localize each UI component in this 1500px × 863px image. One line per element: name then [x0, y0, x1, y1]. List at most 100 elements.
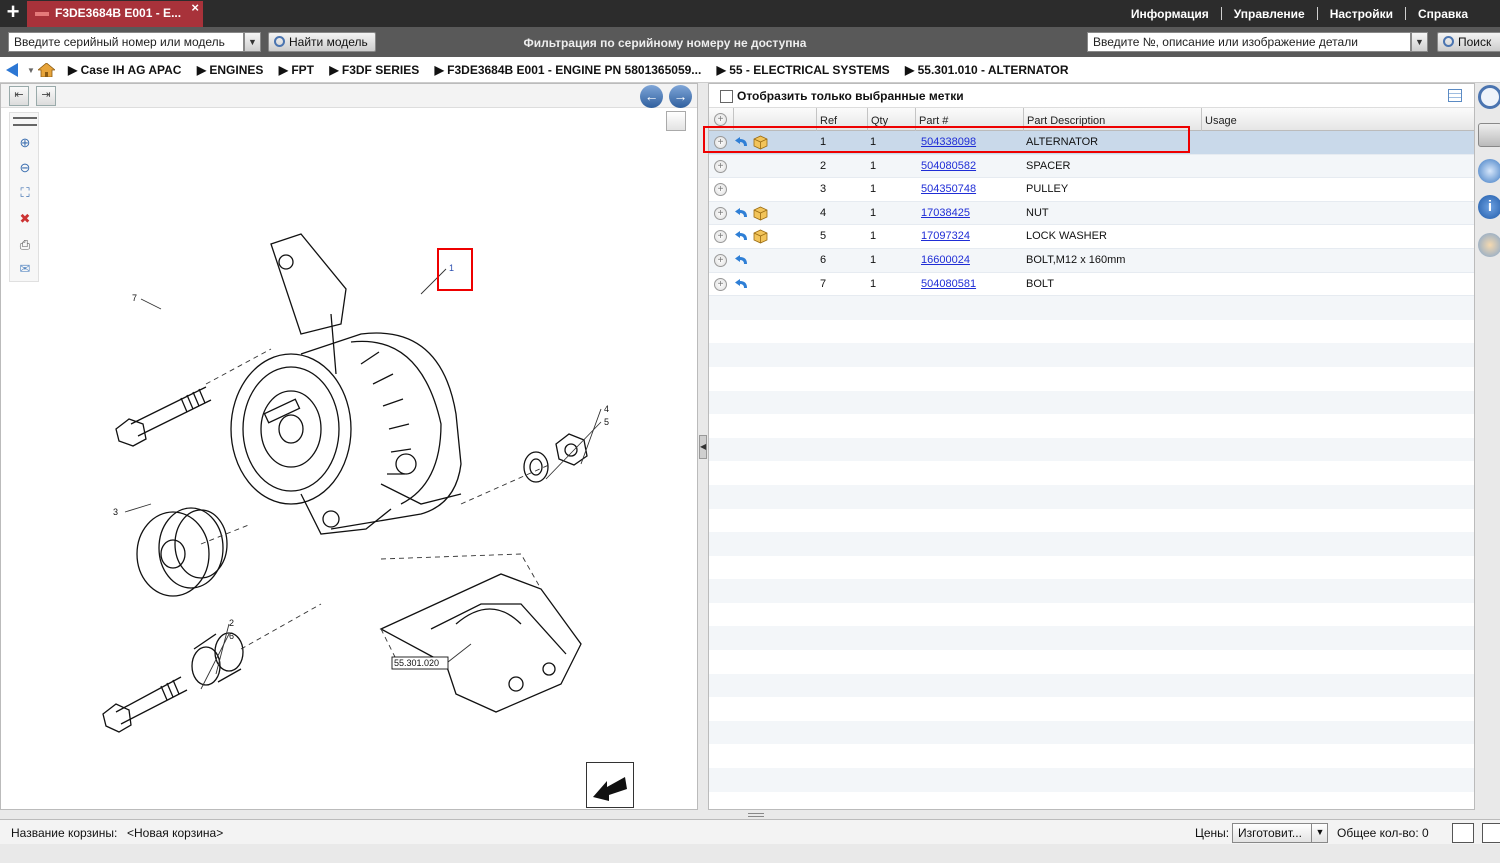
callout-label[interactable]: 7 [132, 293, 137, 303]
find-model-label: Найти модель [289, 35, 368, 49]
title-bar: + F3DE3684B E001 - E... × Информация Упр… [0, 0, 1500, 27]
callout-label[interactable]: 5 [604, 417, 609, 427]
table-row[interactable]: +6 1 16600024 BOLT,M12 x 160mm [709, 248, 1474, 273]
splitter-grip-icon[interactable] [748, 813, 764, 817]
row-part-number-link[interactable]: 504080582 [921, 160, 976, 172]
callout-label[interactable]: 3 [113, 507, 118, 517]
row-description: BOLT,M12 x 160mm [1026, 253, 1126, 266]
table-row[interactable]: +7 1 504080581 BOLT [709, 273, 1474, 297]
breadcrumb-item[interactable]: ▶ ENGINES [197, 63, 270, 77]
user-icon[interactable] [1478, 233, 1500, 257]
empty-row [709, 603, 1474, 627]
row-part-number-link[interactable]: 17038425 [921, 207, 970, 219]
diagram-panel: ⇤ ⇥ ← → ⊕ ⊖ ⛶ ✖ ⎙ ✉ 7 4 5 3 2 6 55.301.0… [0, 83, 698, 810]
maximize-window-icon[interactable] [1482, 823, 1500, 843]
history-dropdown-icon[interactable]: ▼ [27, 66, 35, 75]
total-quantity: Общее кол-во: 0 [1337, 826, 1429, 840]
column-settings-icon[interactable] [1448, 89, 1462, 102]
sub-assembly-reference[interactable]: 55.301.020 [394, 658, 439, 668]
brand-logo-icon [35, 12, 49, 16]
empty-row [709, 390, 1474, 415]
callout-label[interactable]: 4 [604, 404, 609, 414]
empty-row [709, 414, 1474, 438]
menu-info[interactable]: Информация [1119, 7, 1221, 21]
show-selected-checkbox[interactable] [720, 90, 733, 103]
breadcrumb-bar: ▼ ▶ Case IH AG APAC ▶ ENGINES ▶ FPT ▶ F3… [0, 57, 1500, 83]
globe-icon[interactable] [1478, 159, 1500, 183]
search-button[interactable]: Поиск [1437, 32, 1500, 52]
empty-row [709, 509, 1474, 533]
parts-list-panel: Отобразить только выбранные метки + Ref … [708, 83, 1475, 810]
package-box-icon[interactable] [753, 206, 768, 221]
add-to-cart-plus-icon[interactable]: + [714, 159, 727, 173]
empty-row [709, 343, 1474, 367]
breadcrumb-item[interactable]: ▶ 55 - ELECTRICAL SYSTEMS [717, 63, 896, 77]
parts-list-header: Отобразить только выбранные метки [709, 84, 1474, 108]
part-dropdown-chevron-icon[interactable]: ▼ [1411, 32, 1428, 52]
breadcrumb-item[interactable]: ▶ FPT [279, 63, 320, 77]
part-search-input[interactable]: Введите №, описание или изображение дета… [1087, 32, 1411, 52]
add-to-cart-plus-icon[interactable]: + [714, 277, 727, 291]
price-dropdown-chevron-icon[interactable]: ▼ [1311, 823, 1328, 843]
cart-name[interactable]: <Новая корзина> [127, 826, 223, 840]
serial-model-input[interactable]: Введите серийный номер или модель [8, 32, 244, 52]
horizontal-splitter[interactable] [0, 810, 1500, 819]
new-tab-plus-icon[interactable]: + [0, 0, 26, 26]
price-select-value: Изготовит... [1238, 826, 1302, 840]
menu-settings[interactable]: Настройки [1318, 7, 1405, 21]
vertical-splitter[interactable]: ◀ [698, 83, 708, 810]
package-box-icon[interactable] [753, 229, 768, 244]
row-part-number-link[interactable]: 504080581 [921, 278, 976, 290]
breadcrumb: ▶ Case IH AG APAC ▶ ENGINES ▶ FPT ▶ F3DF… [68, 63, 1081, 77]
restore-window-icon[interactable] [1452, 823, 1474, 843]
row-part-number-link[interactable]: 17097324 [921, 230, 970, 242]
replacement-arrow-icon[interactable] [735, 254, 749, 266]
top-menu: Информация Управление Настройки Справка [1119, 0, 1480, 27]
breadcrumb-item[interactable]: ▶ Case IH AG APAC [68, 63, 187, 77]
callout-label[interactable]: 6 [229, 631, 234, 641]
table-row[interactable]: +3 1 504350748 PULLEY [709, 178, 1474, 202]
document-tab[interactable]: F3DE3684B E001 - E... × [27, 1, 203, 27]
row-part-number-link[interactable]: 504350748 [921, 183, 976, 195]
parts-table-body: +1 1 504338098 ALTERNATOR +2 1 504080582 SPACER… [709, 131, 1474, 815]
menu-help[interactable]: Справка [1406, 7, 1480, 21]
page-turn-icon[interactable] [586, 762, 634, 808]
replacement-arrow-icon[interactable] [735, 231, 749, 242]
callout-label[interactable]: 2 [229, 618, 234, 628]
add-to-cart-plus-icon[interactable]: + [714, 206, 727, 220]
breadcrumb-item[interactable]: ▶ 55.301.010 - ALTERNATOR [905, 63, 1075, 77]
add-all-plus-icon[interactable]: + [714, 113, 727, 126]
table-row[interactable]: +5 1 17097324 LOCK WASHER [709, 225, 1474, 249]
row-ref: 3 [820, 183, 827, 196]
find-model-button[interactable]: Найти модель [268, 32, 376, 52]
info-icon[interactable]: i [1478, 195, 1500, 219]
collapse-panel-icon[interactable]: ◀ [699, 435, 707, 459]
row-ref: 7 [820, 277, 827, 290]
bottom-strip [0, 844, 1500, 863]
status-bar: Название корзины: <Новая корзина> Цены: … [0, 819, 1500, 844]
empty-row [709, 532, 1474, 556]
breadcrumb-item[interactable]: ▶ F3DF SERIES [329, 63, 425, 77]
column-usage[interactable]: Usage [1201, 108, 1474, 131]
row-part-number-link[interactable]: 16600024 [921, 254, 970, 266]
replacement-arrow-icon[interactable] [735, 207, 749, 219]
back-arrow-icon[interactable] [6, 63, 18, 77]
document-icon[interactable] [1478, 123, 1500, 147]
home-icon[interactable] [38, 63, 55, 77]
replacement-arrow-icon[interactable] [735, 278, 749, 290]
row-qty: 1 [870, 206, 877, 219]
cart-label: Название корзины: [11, 826, 118, 840]
row-qty: 1 [870, 183, 877, 196]
add-to-cart-plus-icon[interactable]: + [714, 183, 727, 197]
table-row[interactable]: +2 1 504080582 SPACER [709, 154, 1474, 179]
add-to-cart-plus-icon[interactable]: + [714, 253, 727, 267]
table-row[interactable]: +4 1 17038425 NUT [709, 201, 1474, 226]
tab-close-icon[interactable]: × [191, 1, 199, 15]
serial-dropdown-chevron-icon[interactable]: ▼ [244, 32, 261, 52]
menu-management[interactable]: Управление [1222, 7, 1317, 21]
search-icon[interactable] [1478, 85, 1500, 109]
empty-row [709, 673, 1474, 698]
add-to-cart-plus-icon[interactable]: + [714, 230, 727, 244]
alternator-exploded-diagram: 7 4 5 3 2 6 55.301.020 1 [102, 233, 609, 733]
breadcrumb-item[interactable]: ▶ F3DE3684B E001 - ENGINE PN 5801365059.… [435, 63, 708, 77]
